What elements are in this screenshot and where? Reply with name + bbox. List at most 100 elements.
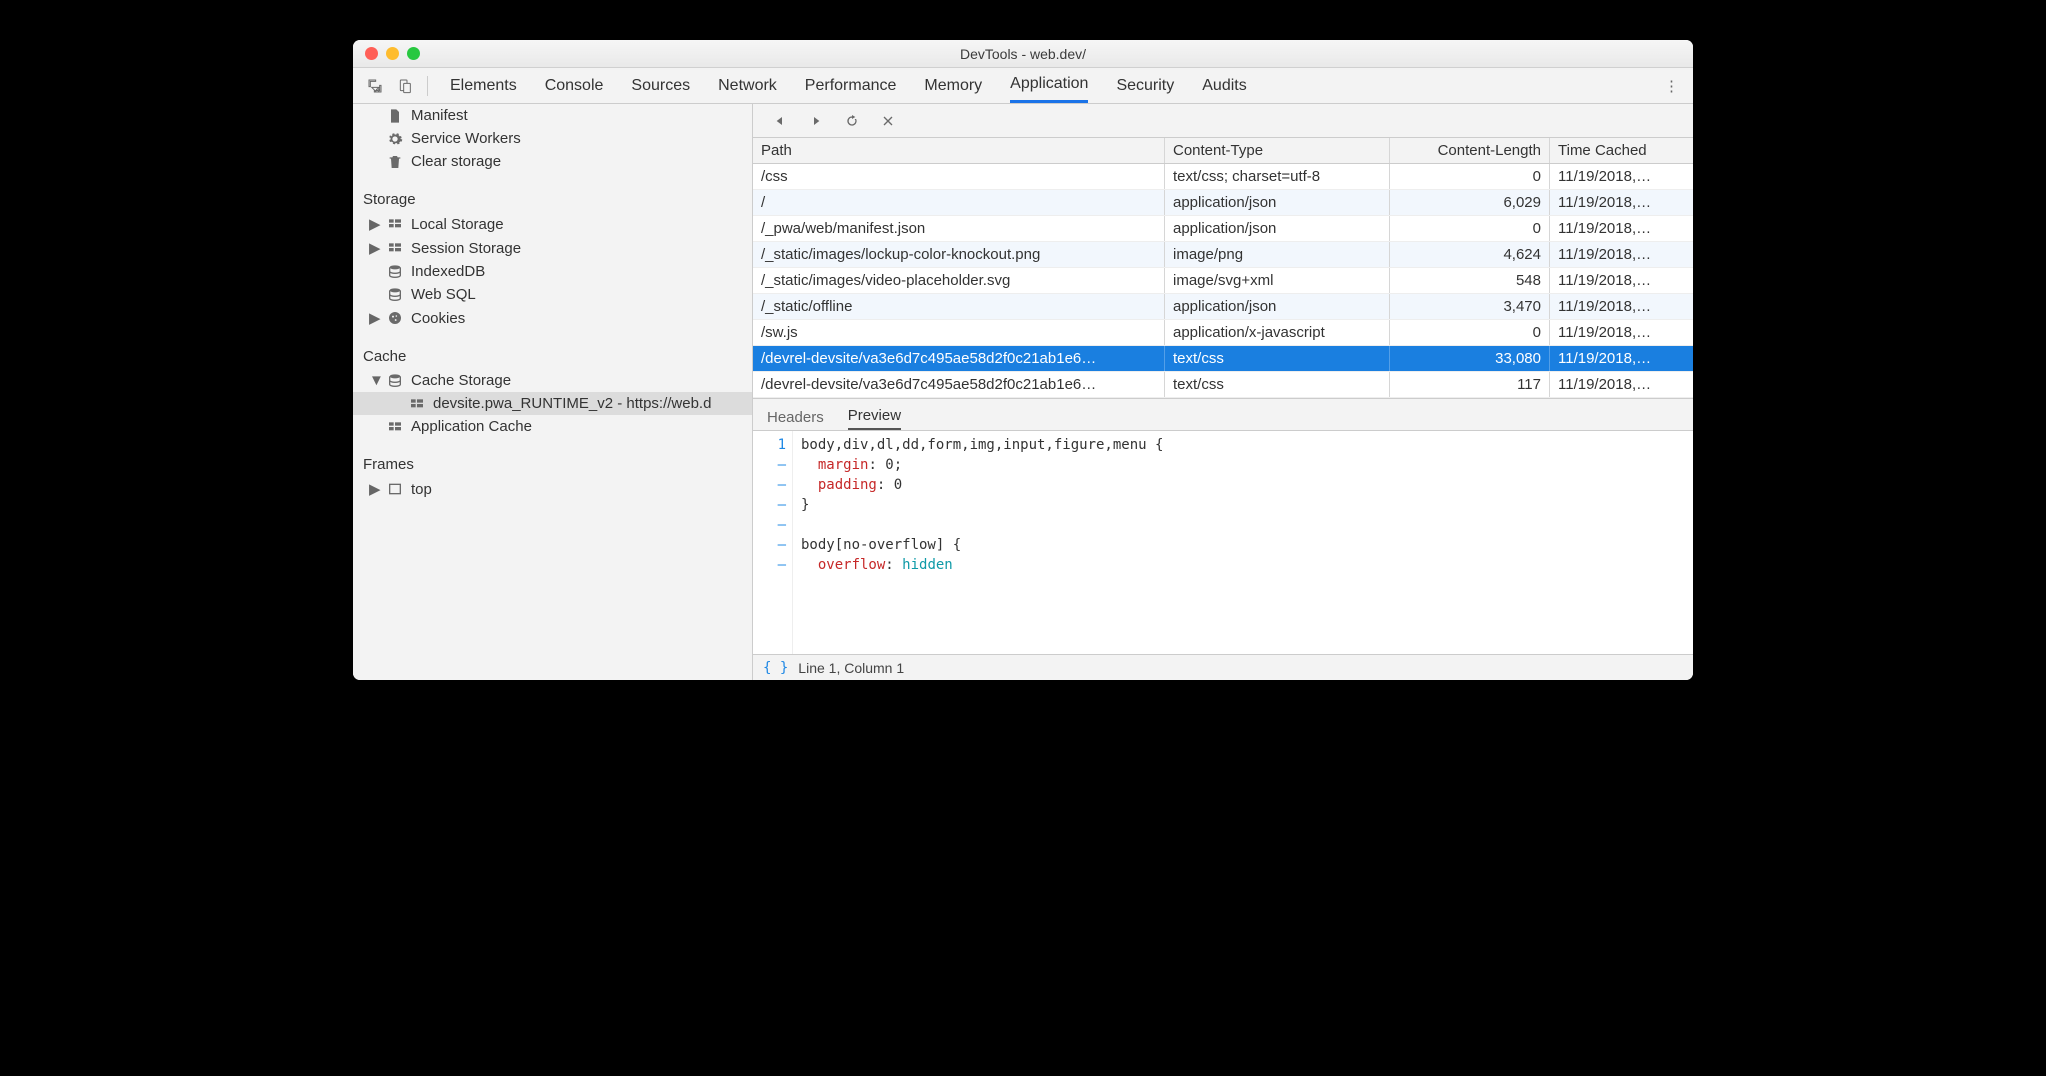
cell: 11/19/2018,… <box>1550 372 1693 397</box>
reload-icon[interactable] <box>843 112 861 130</box>
cell: application/json <box>1165 294 1390 319</box>
table-row[interactable]: /csstext/css; charset=utf-8011/19/2018,… <box>753 164 1693 190</box>
cell: 11/19/2018,… <box>1550 190 1693 215</box>
titlebar: DevTools - web.dev/ <box>353 40 1693 68</box>
cell: 11/19/2018,… <box>1550 320 1693 345</box>
table-row[interactable]: /_static/offlineapplication/json3,47011/… <box>753 294 1693 320</box>
sidebar-item[interactable]: Application Cache <box>353 415 752 438</box>
cell: 11/19/2018,… <box>1550 242 1693 267</box>
table-header: Path Content-Type Content-Length Time Ca… <box>753 138 1693 164</box>
cell: 0 <box>1390 164 1550 189</box>
preview-tabs: Headers Preview <box>753 399 1693 431</box>
cache-table: Path Content-Type Content-Length Time Ca… <box>753 138 1693 399</box>
grid-icon <box>387 240 403 256</box>
sidebar-item[interactable]: IndexedDB <box>353 260 752 283</box>
tab-audits[interactable]: Audits <box>1202 68 1246 103</box>
sidebar-item[interactable]: ▶ Session Storage <box>353 236 752 260</box>
tab-elements[interactable]: Elements <box>450 68 517 103</box>
inspect-icon[interactable] <box>367 78 383 94</box>
tab-console[interactable]: Console <box>545 68 604 103</box>
grid-icon <box>409 396 425 412</box>
sidebar-item[interactable]: ▶ top <box>353 477 752 501</box>
close-icon[interactable] <box>879 112 897 130</box>
braces-icon[interactable]: { } <box>763 660 788 676</box>
cell: text/css <box>1165 372 1390 397</box>
storage-heading: Storage <box>353 183 752 212</box>
cell: application/json <box>1165 216 1390 241</box>
table-row[interactable]: /devrel-devsite/va3e6d7c495ae58d2f0c21ab… <box>753 346 1693 372</box>
file-icon <box>387 108 403 124</box>
trash-icon <box>387 154 403 170</box>
devtools-window: DevTools - web.dev/ Elements Console Sourc… <box>353 40 1693 680</box>
table-row[interactable]: /application/json6,02911/19/2018,… <box>753 190 1693 216</box>
col-content-type[interactable]: Content-Type <box>1165 138 1390 163</box>
tab-application[interactable]: Application <box>1010 68 1088 103</box>
tab-memory[interactable]: Memory <box>924 68 982 103</box>
cookie-icon <box>387 310 403 326</box>
tab-network[interactable]: Network <box>718 68 777 103</box>
col-content-length[interactable]: Content-Length <box>1390 138 1550 163</box>
frames-heading: Frames <box>353 448 752 477</box>
db-icon <box>387 373 403 389</box>
cell: 11/19/2018,… <box>1550 346 1693 371</box>
table-row[interactable]: /_static/images/lockup-color-knockout.pn… <box>753 242 1693 268</box>
frame-icon <box>387 481 403 497</box>
tab-preview[interactable]: Preview <box>848 407 901 430</box>
cell: / <box>753 190 1165 215</box>
cell: /sw.js <box>753 320 1165 345</box>
cell: 11/19/2018,… <box>1550 268 1693 293</box>
cache-heading: Cache <box>353 340 752 369</box>
minimize-icon[interactable] <box>386 47 399 60</box>
tab-performance[interactable]: Performance <box>805 68 897 103</box>
traffic-lights <box>365 47 420 60</box>
more-icon[interactable]: ⋮ <box>1664 77 1679 95</box>
status-bar: { } Line 1, Column 1 <box>753 654 1693 680</box>
table-row[interactable]: /sw.jsapplication/x-javascript011/19/201… <box>753 320 1693 346</box>
chevron-icon: ▶ <box>369 215 379 233</box>
table-row[interactable]: /devrel-devsite/va3e6d7c495ae58d2f0c21ab… <box>753 372 1693 398</box>
cell: text/css; charset=utf-8 <box>1165 164 1390 189</box>
cell: text/css <box>1165 346 1390 371</box>
sidebar-item[interactable]: ▶ Local Storage <box>353 212 752 236</box>
cell: 0 <box>1390 320 1550 345</box>
next-icon[interactable] <box>807 112 825 130</box>
tab-headers[interactable]: Headers <box>767 409 824 430</box>
cell: 11/19/2018,… <box>1550 164 1693 189</box>
zoom-icon[interactable] <box>407 47 420 60</box>
cell: 11/19/2018,… <box>1550 294 1693 319</box>
db-icon <box>387 264 403 280</box>
sidebar-item[interactable]: Web SQL <box>353 283 752 306</box>
close-icon[interactable] <box>365 47 378 60</box>
sidebar-item-label: Local Storage <box>411 216 504 233</box>
sidebar-item-label: top <box>411 481 432 498</box>
grid-icon <box>387 419 403 435</box>
chevron-icon: ▶ <box>369 480 379 498</box>
sidebar-item[interactable]: ▼Cache Storage <box>353 369 752 392</box>
device-icon[interactable] <box>397 78 413 94</box>
sidebar-item[interactable]: Clear storage <box>353 150 752 173</box>
sidebar-item[interactable]: Manifest <box>353 104 752 127</box>
sidebar-item[interactable]: devsite.pwa_RUNTIME_v2 - https://web.d <box>353 392 752 415</box>
sidebar-item-label: Session Storage <box>411 240 521 257</box>
sidebar-item-label: Service Workers <box>411 130 521 147</box>
cell: 6,029 <box>1390 190 1550 215</box>
col-time-cached[interactable]: Time Cached <box>1550 138 1693 163</box>
tab-security[interactable]: Security <box>1116 68 1174 103</box>
sidebar-item-label: IndexedDB <box>411 263 485 280</box>
table-row[interactable]: /_static/images/video-placeholder.svgima… <box>753 268 1693 294</box>
cache-toolbar <box>753 104 1693 138</box>
sidebar-item-label: Cache Storage <box>411 372 511 389</box>
code-content[interactable]: body,div,dl,dd,form,img,input,figure,men… <box>793 431 1171 654</box>
table-row[interactable]: /_pwa/web/manifest.jsonapplication/json0… <box>753 216 1693 242</box>
gear-icon <box>387 131 403 147</box>
cell: /devrel-devsite/va3e6d7c495ae58d2f0c21ab… <box>753 372 1165 397</box>
prev-icon[interactable] <box>771 112 789 130</box>
col-path[interactable]: Path <box>753 138 1165 163</box>
tab-sources[interactable]: Sources <box>631 68 690 103</box>
sidebar: Manifest Service Workers Clear storage Sto… <box>353 104 753 680</box>
sidebar-item-label: Application Cache <box>411 418 532 435</box>
cell: 33,080 <box>1390 346 1550 371</box>
chevron-icon: ▶ <box>369 239 379 257</box>
sidebar-item[interactable]: ▶Cookies <box>353 306 752 330</box>
sidebar-item[interactable]: Service Workers <box>353 127 752 150</box>
